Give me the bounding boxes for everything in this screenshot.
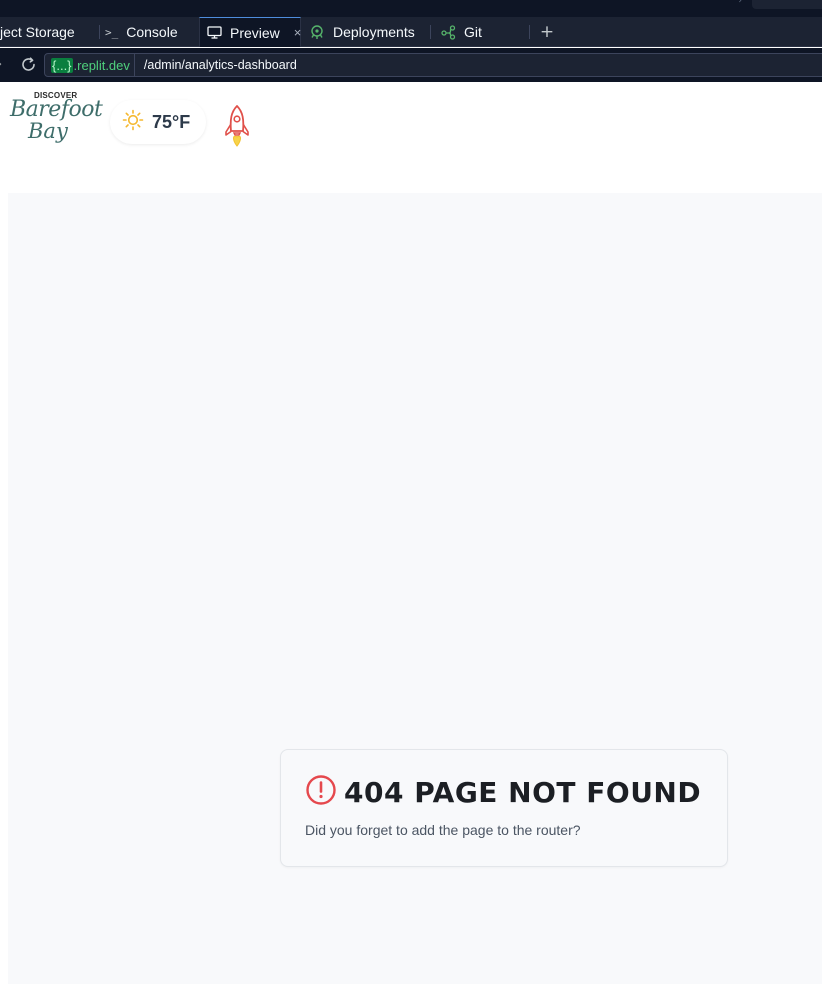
tab-divider bbox=[430, 25, 431, 39]
tab-label: Git bbox=[464, 24, 482, 40]
logo-name-line2: Bay bbox=[28, 119, 68, 143]
site-logo[interactable]: DISCOVER Barefoot Bay bbox=[8, 91, 103, 149]
reload-icon[interactable] bbox=[20, 56, 37, 77]
domain-suffix: .replit.dev bbox=[73, 57, 130, 73]
preview-page: DISCOVER Barefoot Bay 75°F 404 PAGE NOT … bbox=[0, 82, 822, 984]
url-input[interactable]: {...} .replit.dev /admin/analytics-dashb… bbox=[44, 53, 822, 77]
tab-console[interactable]: >_ Console bbox=[101, 17, 199, 47]
tab-divider bbox=[529, 25, 530, 39]
sun-icon bbox=[122, 109, 144, 135]
weather-widget[interactable]: 75°F bbox=[110, 100, 206, 144]
preview-url-bar: › {...} .replit.dev /admin/analytics-das… bbox=[0, 48, 822, 82]
forward-icon[interactable]: › bbox=[0, 57, 2, 72]
not-found-message: Did you forget to add the page to the ro… bbox=[305, 822, 581, 838]
tab-divider bbox=[99, 25, 100, 39]
rocket-icon[interactable] bbox=[224, 104, 250, 154]
temperature-text: 75°F bbox=[152, 111, 191, 132]
not-found-card: 404 PAGE NOT FOUND Did you forget to add… bbox=[280, 749, 728, 867]
tab-label: Preview bbox=[230, 24, 280, 41]
monitor-icon bbox=[207, 26, 222, 39]
ide-tab-bar: ject Storage >_ Console Preview × Deploy… bbox=[0, 17, 822, 47]
deployments-icon bbox=[309, 24, 325, 40]
git-icon bbox=[441, 24, 456, 40]
ide-top-strip: › bbox=[0, 0, 822, 17]
tab-object-storage[interactable]: ject Storage bbox=[0, 17, 100, 47]
domain-prefix: {...} bbox=[51, 57, 73, 73]
not-found-heading: 404 PAGE NOT FOUND bbox=[305, 774, 701, 810]
tab-preview[interactable]: Preview × bbox=[199, 17, 301, 47]
main-content-area: 404 PAGE NOT FOUND Did you forget to add… bbox=[8, 193, 822, 984]
top-search-field[interactable] bbox=[752, 0, 822, 9]
close-tab-icon[interactable]: × bbox=[294, 25, 302, 40]
tab-deployments[interactable]: Deployments bbox=[303, 17, 431, 47]
tab-label: ject Storage bbox=[0, 24, 75, 40]
domain-badge[interactable]: {...} .replit.dev bbox=[45, 54, 135, 76]
page-title: 404 PAGE NOT FOUND bbox=[344, 775, 702, 809]
url-path[interactable]: /admin/analytics-dashboard bbox=[144, 58, 297, 72]
add-tab-button[interactable]: + bbox=[540, 17, 554, 47]
tab-label: Console bbox=[126, 24, 178, 40]
more-icon[interactable]: › bbox=[738, 0, 742, 6]
console-icon: >_ bbox=[105, 25, 119, 39]
tab-git[interactable]: Git bbox=[433, 17, 530, 47]
tab-label: Deployments bbox=[333, 24, 415, 40]
alert-circle-icon bbox=[305, 774, 337, 810]
